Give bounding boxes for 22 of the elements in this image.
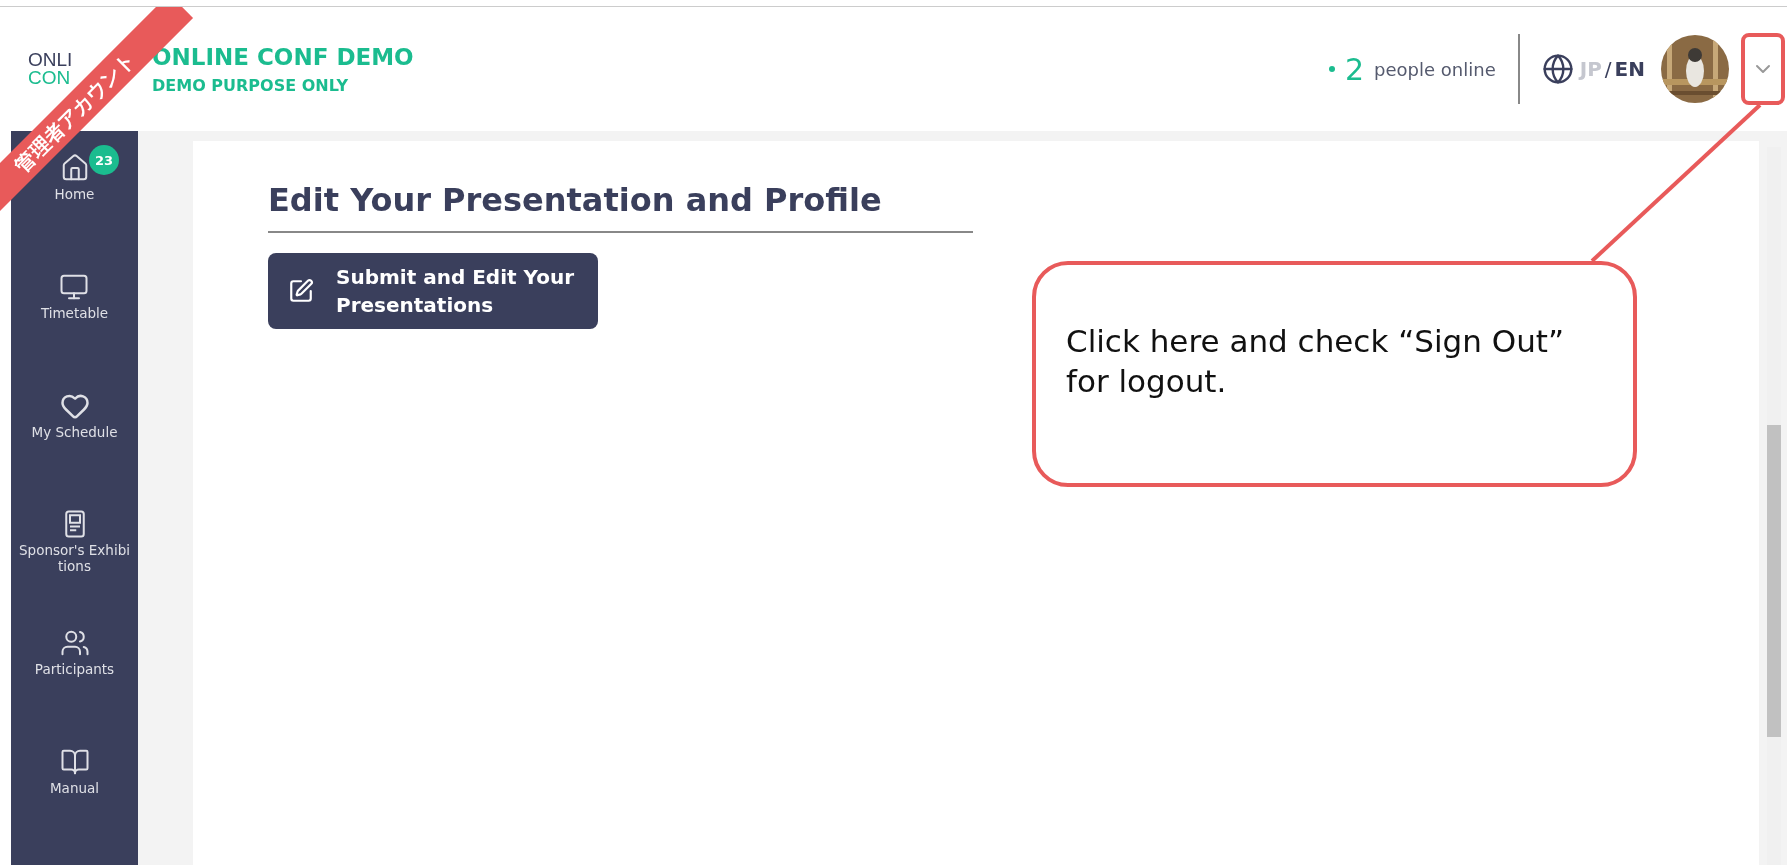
online-label: people online (1374, 58, 1496, 80)
scrollbar-thumb[interactable] (1767, 425, 1781, 737)
online-dot-icon (1329, 66, 1335, 72)
sidebar-item[interactable]: Manual (49, 747, 100, 797)
site-subtitle: DEMO PURPOSE ONLY (152, 75, 349, 95)
section-heading: Edit Your Presentation and Profile (268, 181, 973, 233)
submit-presentations-button[interactable]: Submit and Edit Your Presentations (268, 253, 598, 329)
language-option[interactable]: EN (1614, 57, 1645, 81)
site-title: ONLINE CONF DEMO (152, 43, 414, 70)
sidebar-item[interactable]: My Schedule (31, 390, 118, 441)
language-separator: / (1604, 57, 1612, 81)
online-count: 2 (1345, 51, 1365, 87)
sidebar-item[interactable]: Sponsor's Exhibitions (18, 509, 131, 575)
edit-icon (288, 278, 314, 304)
account-menu-button[interactable] (1741, 33, 1785, 105)
logo-text: ONLI (28, 50, 73, 69)
callout-text: Click here and check “Sign Out” for logout. (1032, 261, 1637, 487)
logo-text: CON (28, 69, 71, 88)
sidebar-item[interactable]: Participants (34, 628, 115, 678)
globe-icon (1541, 53, 1574, 85)
sidebar-item[interactable]: Timetable (40, 271, 109, 322)
notification-badge: 23 (89, 145, 119, 175)
